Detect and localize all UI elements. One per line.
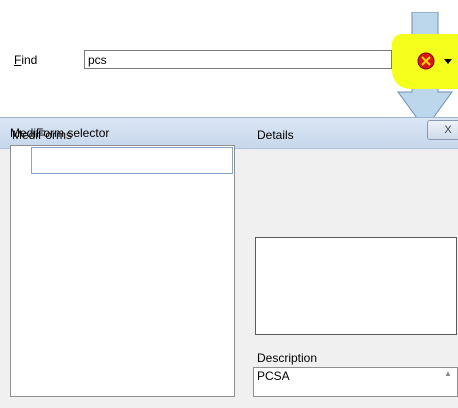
details-label: Details bbox=[257, 128, 294, 142]
find-label: Find bbox=[14, 53, 38, 67]
description-label: Description bbox=[257, 351, 318, 365]
close-button[interactable]: X bbox=[427, 120, 458, 140]
description-field[interactable]: PCSA bbox=[253, 367, 458, 397]
options-button[interactable] bbox=[416, 50, 458, 72]
chevron-down-icon bbox=[444, 59, 452, 64]
mediforms-list[interactable] bbox=[10, 145, 235, 397]
list-item[interactable] bbox=[31, 147, 233, 174]
clear-search-icon bbox=[417, 52, 452, 70]
find-input[interactable]: pcs bbox=[84, 50, 392, 69]
close-icon: X bbox=[444, 124, 452, 136]
scroll-up-icon[interactable]: ▲ bbox=[444, 369, 452, 378]
mediforms-label: MediForms bbox=[12, 128, 73, 142]
details-box bbox=[255, 237, 457, 335]
